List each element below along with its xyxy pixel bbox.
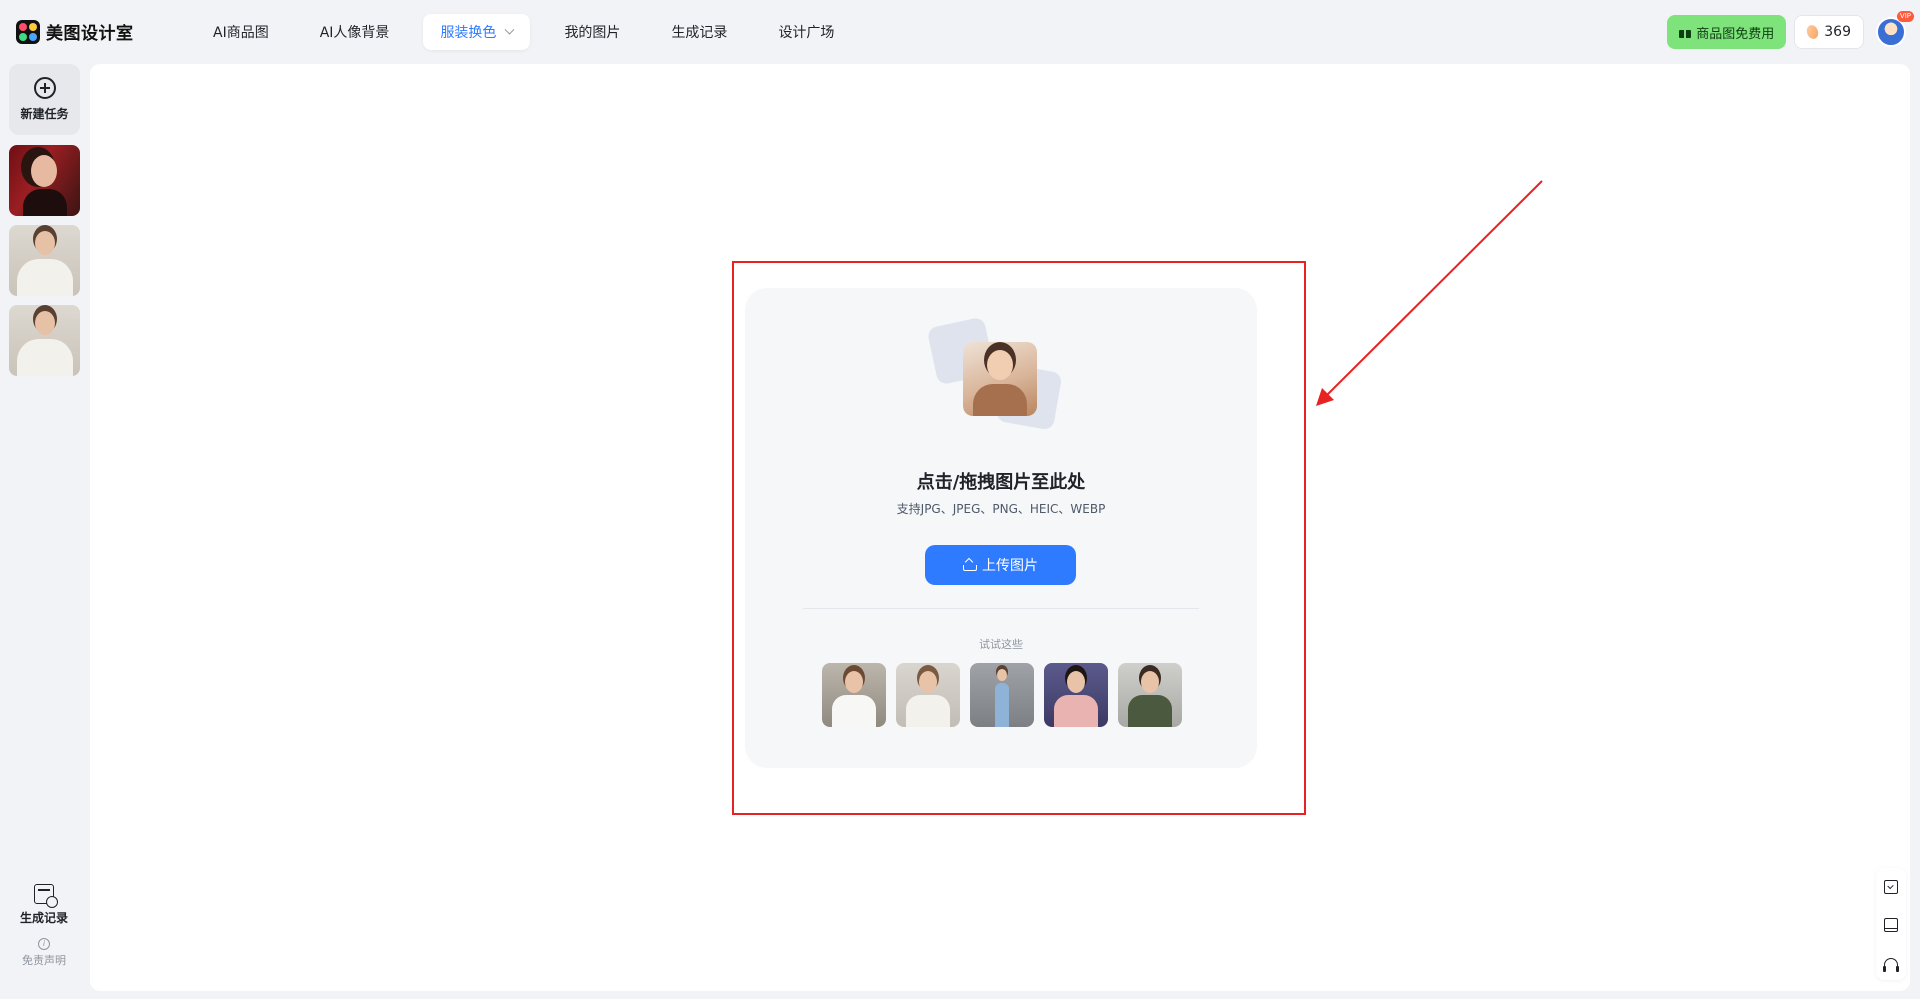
sidebar-generation-history[interactable]: 生成记录 bbox=[20, 884, 68, 926]
sample-body bbox=[1054, 695, 1098, 727]
sample-white-blazer[interactable] bbox=[896, 663, 960, 727]
app-name: 美图设计室 bbox=[46, 24, 134, 44]
calendar-clock-icon bbox=[33, 884, 58, 908]
sample-face bbox=[919, 671, 937, 693]
portrait-body bbox=[23, 189, 67, 216]
nav-item-label: AI人像背景 bbox=[319, 25, 390, 41]
illustration-photo bbox=[963, 342, 1037, 416]
upload-supported-formats: 支持JPG、JPEG、PNG、HEIC、WEBP bbox=[896, 502, 1106, 516]
nav-design-plaza[interactable]: 设计广场 bbox=[761, 14, 851, 50]
illustration-head bbox=[987, 350, 1013, 380]
gift-icon bbox=[1679, 26, 1692, 38]
nav-item-label: AI商品图 bbox=[213, 25, 269, 41]
headset-icon[interactable] bbox=[1883, 958, 1899, 972]
sample-face bbox=[1141, 671, 1159, 693]
disclaimer-label: 免责声明 bbox=[22, 954, 66, 967]
main-nav: AI商品图 AI人像背景 服装换色 我的图片 生成记录 设计广场 bbox=[196, 14, 851, 50]
book-icon[interactable] bbox=[1884, 918, 1898, 932]
upload-icon bbox=[963, 559, 977, 571]
bean-icon bbox=[1805, 23, 1821, 41]
left-sidebar: 新建任务 生成记录 i 免责声明 bbox=[0, 64, 88, 999]
sample-body bbox=[832, 695, 876, 727]
history-thumb-red-portrait[interactable] bbox=[9, 145, 80, 216]
credits-button[interactable]: 369 bbox=[1794, 15, 1864, 49]
top-header: 美图设计室 AI商品图 AI人像背景 服装换色 我的图片 生成记录 设计广场 商… bbox=[0, 0, 1920, 64]
sample-green-vest[interactable] bbox=[1118, 663, 1182, 727]
sample-images bbox=[822, 663, 1182, 727]
nav-clothing-recolor[interactable]: 服装换色 bbox=[423, 14, 531, 50]
sample-face bbox=[1067, 671, 1085, 693]
sample-face bbox=[845, 671, 863, 693]
promo-label: 商品图免费用 bbox=[1696, 26, 1775, 42]
nav-item-label: 我的图片 bbox=[564, 25, 621, 41]
nav-ai-portrait-background[interactable]: AI人像背景 bbox=[303, 14, 407, 50]
user-avatar-button[interactable]: VIP bbox=[1876, 11, 1914, 47]
disclaimer-link[interactable]: i 免责声明 bbox=[22, 938, 66, 968]
edit-icon[interactable] bbox=[1884, 880, 1898, 894]
nav-my-images[interactable]: 我的图片 bbox=[547, 14, 637, 50]
sample-body bbox=[1128, 695, 1172, 727]
chevron-down-icon bbox=[504, 24, 515, 35]
header-actions: 商品图免费用 369 VIP bbox=[1667, 11, 1914, 49]
try-these-label: 试试这些 bbox=[979, 638, 1023, 651]
divider bbox=[803, 608, 1199, 609]
sample-white-tee[interactable] bbox=[822, 663, 886, 727]
nav-item-label: 设计广场 bbox=[778, 25, 835, 41]
upload-title: 点击/拖拽图片至此处 bbox=[916, 472, 1086, 493]
portrait-face bbox=[35, 231, 55, 255]
plus-circle-icon bbox=[33, 77, 56, 99]
main-canvas: 点击/拖拽图片至此处 支持JPG、JPEG、PNG、HEIC、WEBP 上传图片… bbox=[90, 64, 1910, 991]
history-thumb-white-blazer[interactable] bbox=[9, 305, 80, 376]
sidebar-bottom: 生成记录 i 免责声明 bbox=[0, 884, 88, 968]
nav-item-label: 生成记录 bbox=[671, 25, 728, 41]
vip-badge: VIP bbox=[1896, 11, 1914, 22]
upload-illustration bbox=[926, 316, 1072, 432]
portrait-face bbox=[35, 311, 55, 335]
portrait-body bbox=[17, 259, 73, 296]
upload-dropzone[interactable]: 点击/拖拽图片至此处 支持JPG、JPEG、PNG、HEIC、WEBP 上传图片… bbox=[745, 288, 1257, 768]
nav-ai-product-image[interactable]: AI商品图 bbox=[196, 14, 286, 50]
new-task-label: 新建任务 bbox=[20, 107, 69, 121]
logo-mark-icon bbox=[16, 19, 40, 44]
sample-pink-dress[interactable] bbox=[1044, 663, 1108, 727]
credit-count: 369 bbox=[1824, 24, 1851, 40]
nav-item-label: 服装换色 bbox=[440, 25, 497, 41]
info-icon: i bbox=[38, 938, 50, 950]
illustration-body bbox=[973, 384, 1027, 416]
upload-button-label: 上传图片 bbox=[982, 558, 1038, 574]
new-task-button[interactable]: 新建任务 bbox=[9, 64, 80, 135]
app-logo[interactable]: 美图设计室 bbox=[16, 19, 134, 44]
free-product-image-button[interactable]: 商品图免费用 bbox=[1667, 15, 1787, 49]
sample-face bbox=[997, 669, 1007, 681]
sample-denim-outfit[interactable] bbox=[970, 663, 1034, 727]
sample-body bbox=[995, 683, 1009, 727]
nav-generation-history[interactable]: 生成记录 bbox=[654, 14, 744, 50]
portrait-face bbox=[31, 155, 57, 187]
sample-body bbox=[906, 695, 950, 727]
history-thumb-white-blazer[interactable] bbox=[9, 225, 80, 296]
floating-tools bbox=[1876, 868, 1906, 980]
upload-image-button[interactable]: 上传图片 bbox=[925, 545, 1076, 585]
portrait-body bbox=[17, 339, 73, 376]
history-label: 生成记录 bbox=[19, 911, 68, 925]
